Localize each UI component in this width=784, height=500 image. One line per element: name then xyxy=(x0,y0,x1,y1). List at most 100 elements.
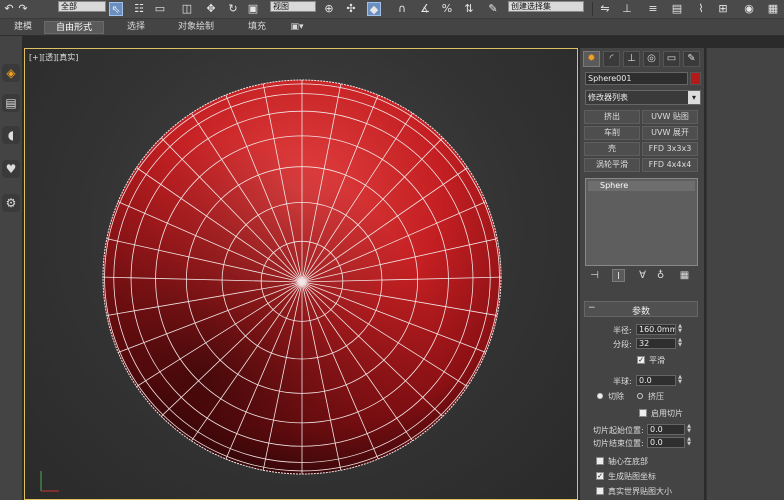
radius-input[interactable]: 160.0mm xyxy=(636,324,676,335)
motion-tab-icon[interactable]: ◎ xyxy=(643,51,660,67)
pin-stack-icon[interactable]: ⊣ xyxy=(588,269,601,282)
real-world-map-checkbox[interactable] xyxy=(596,487,604,495)
show-end-result-icon[interactable]: I xyxy=(612,269,625,282)
snaps-toggle-icon[interactable]: ∩ xyxy=(395,2,409,16)
selection-filter-dropdown[interactable]: 全部 xyxy=(58,1,106,12)
modifier-turbosmooth-button[interactable]: 涡轮平滑 xyxy=(584,158,640,172)
cylinder-icon[interactable]: ◖ xyxy=(2,126,20,144)
select-manipulate-icon[interactable]: ✣ xyxy=(344,2,358,16)
squash-label: 挤压 xyxy=(648,392,664,401)
slice-from-spinner[interactable]: ▲ ▼ xyxy=(686,424,692,435)
stack-item-sphere[interactable]: Sphere xyxy=(588,181,695,191)
window-crossing-icon[interactable]: ◫ xyxy=(180,2,194,16)
segments-spinner[interactable]: ▲ ▼ xyxy=(677,338,683,349)
create-tab-icon[interactable]: ✹ xyxy=(583,51,600,67)
object-color-swatch[interactable] xyxy=(690,72,701,85)
select-by-name-icon[interactable]: ☷ xyxy=(132,2,146,16)
graphite-tools-icon[interactable]: ▤ xyxy=(670,2,684,16)
create-box-icon[interactable]: ◈ xyxy=(2,64,20,82)
slice-to-label: 切片结束位置: xyxy=(593,439,644,448)
display-tab-icon[interactable]: ▭ xyxy=(663,51,680,67)
hemisphere-label: 半球: xyxy=(613,377,632,386)
modify-tab-icon[interactable]: ◜ xyxy=(603,51,620,67)
main-toolbar: ↶ ↷ 全部 ⇖ ☷ ▭ ◫ ✥ ↻ ▣ 视图 ⊕ ✣ ◆ ∩ ∡ % ⇅ ✎ … xyxy=(0,0,784,19)
real-world-map-label: 真实世界贴图大小 xyxy=(608,487,672,496)
select-move-icon[interactable]: ✥ xyxy=(204,2,218,16)
right-empty-panel xyxy=(706,48,784,500)
modifier-shell-button[interactable]: 壳 xyxy=(584,142,640,156)
modifier-lathe-button[interactable]: 车削 xyxy=(584,126,640,140)
modifier-extrude-button[interactable]: 挤出 xyxy=(584,110,640,124)
render-setup-icon[interactable]: ▦ xyxy=(766,2,780,16)
angle-snap-icon[interactable]: ∡ xyxy=(418,2,432,16)
left-tool-sidebar: ◈ ▤ ◖ ♥ ⚙ xyxy=(0,36,22,500)
segments-input[interactable]: 32 xyxy=(636,338,676,349)
squash-radio[interactable] xyxy=(637,393,643,399)
modifier-ffd3-button[interactable]: FFD 3x3x3 xyxy=(642,142,698,156)
slice-to-input[interactable]: 0.0 xyxy=(647,437,685,448)
modifier-ffd4-button[interactable]: FFD 4x4x4 xyxy=(642,158,698,172)
smooth-label: 平滑 xyxy=(649,356,665,365)
document-icon[interactable]: ▤ xyxy=(2,94,20,112)
gear-icon[interactable]: ⚙ xyxy=(2,194,20,212)
make-unique-icon[interactable]: ∀ xyxy=(636,269,649,282)
modifier-list-dropdown[interactable]: 修改器列表 ▾ xyxy=(585,90,701,105)
curve-editor-icon[interactable]: ⌇ xyxy=(694,2,708,16)
perspective-viewport[interactable]: [+][透][真实] xyxy=(24,48,578,500)
heart-icon[interactable]: ♥ xyxy=(2,160,20,178)
mirror-icon[interactable]: ⇋ xyxy=(598,2,612,16)
edit-named-selection-icon[interactable]: ✎ xyxy=(486,2,500,16)
keyboard-shortcut-toggle-icon[interactable]: ◆ xyxy=(367,2,381,16)
chop-label: 切除 xyxy=(608,392,624,401)
remove-modifier-icon[interactable]: ♁ xyxy=(654,269,667,282)
redo-icon[interactable]: ↷ xyxy=(16,2,30,16)
select-object-icon[interactable]: ⇖ xyxy=(109,2,123,16)
slice-from-input[interactable]: 0.0 xyxy=(647,424,685,435)
pivot-center-icon[interactable]: ⊕ xyxy=(322,2,336,16)
radius-spinner[interactable]: ▲ ▼ xyxy=(677,324,683,335)
hemisphere-spinner[interactable]: ▲ ▼ xyxy=(677,375,683,386)
generate-mapping-checkbox[interactable]: ✓ xyxy=(596,472,604,480)
base-to-pivot-checkbox[interactable] xyxy=(596,457,604,465)
percent-snap-icon[interactable]: % xyxy=(440,2,454,16)
reference-coordinate-dropdown[interactable]: 视图 xyxy=(270,1,316,12)
ribbon-tab-bar: 建模 自由形式 选择 对象绘制 填充 ▣▾ xyxy=(0,19,784,36)
select-rotate-icon[interactable]: ↻ xyxy=(226,2,240,16)
slice-on-label: 启用切片 xyxy=(651,409,683,418)
radius-label: 半径: xyxy=(613,326,632,335)
chop-radio[interactable] xyxy=(597,393,603,399)
object-name-field[interactable]: Sphere001 xyxy=(585,72,688,85)
hierarchy-tab-icon[interactable]: ⊥ xyxy=(623,51,640,67)
align-icon[interactable]: ⊥ xyxy=(620,2,634,16)
spinner-snap-icon[interactable]: ⇅ xyxy=(462,2,476,16)
slice-on-checkbox[interactable] xyxy=(639,409,647,417)
rect-selection-icon[interactable]: ▭ xyxy=(153,2,167,16)
hemisphere-input[interactable]: 0.0 xyxy=(636,375,676,386)
toolbar-divider xyxy=(592,2,593,16)
slice-to-spinner[interactable]: ▲ ▼ xyxy=(686,437,692,448)
modifier-unwrap-uvw-button[interactable]: UVW 展开 xyxy=(642,126,698,140)
smooth-checkbox[interactable]: ✓ xyxy=(637,356,645,364)
sphere-render[interactable] xyxy=(25,49,578,500)
material-editor-icon[interactable]: ◉ xyxy=(742,2,756,16)
utilities-tab-icon[interactable]: ✎ xyxy=(683,51,700,67)
modifier-list-label: 修改器列表 xyxy=(588,93,628,102)
tab-populate[interactable]: 填充 xyxy=(240,21,274,34)
generate-mapping-label: 生成贴图坐标 xyxy=(608,472,656,481)
ribbon-options-icon[interactable]: ▣▾ xyxy=(286,21,308,34)
layer-manager-icon[interactable]: ≡ xyxy=(646,2,660,16)
select-scale-icon[interactable]: ▣ xyxy=(246,2,260,16)
chevron-down-icon[interactable]: ▾ xyxy=(688,91,700,104)
schematic-view-icon[interactable]: ⊞ xyxy=(716,2,730,16)
parameters-rollout-header[interactable]: − 参数 xyxy=(584,301,698,317)
configure-sets-icon[interactable]: ▦ xyxy=(678,269,691,282)
tab-modeling[interactable]: 建模 xyxy=(8,21,38,34)
tab-object-paint[interactable]: 对象绘制 xyxy=(170,21,222,34)
modifier-uvw-map-button[interactable]: UVW 贴图 xyxy=(642,110,698,124)
undo-icon[interactable]: ↶ xyxy=(2,2,16,16)
tab-selection[interactable]: 选择 xyxy=(118,21,154,34)
slice-from-label: 切片起始位置: xyxy=(593,426,644,435)
modifier-stack[interactable]: Sphere xyxy=(585,178,698,266)
named-selection-dropdown[interactable]: 创建选择集 xyxy=(508,1,584,12)
tab-freeform[interactable]: 自由形式 xyxy=(44,21,104,34)
